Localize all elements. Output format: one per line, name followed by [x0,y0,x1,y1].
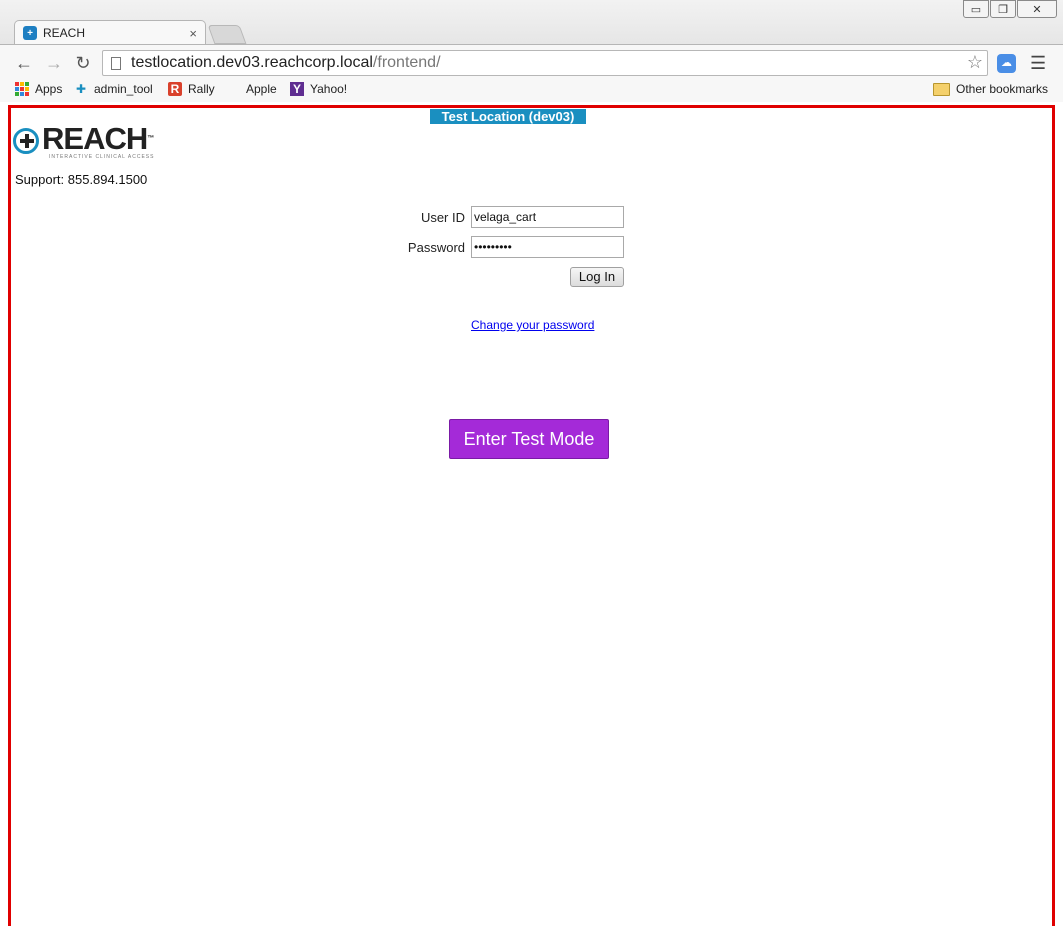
back-button[interactable]: ← [14,53,34,73]
other-bookmarks-label: Other bookmarks [956,82,1049,96]
cloud-extension-icon[interactable]: ☁ [997,54,1016,73]
browser-tab[interactable]: + REACH × [14,20,206,45]
support-phone: Support: 855.894.1500 [15,172,148,187]
rally-icon: R [168,82,182,96]
bookmark-label: Apps [35,82,63,96]
folder-icon [933,82,950,96]
change-password-link[interactable]: Change your password [471,318,594,332]
other-bookmarks[interactable]: Other bookmarks [933,82,1048,96]
bookmark-label: admin_tool [94,82,153,96]
bookmark-yahoo[interactable]: Y Yahoo! [290,82,347,96]
minimize-button[interactable]: ▭ [963,0,989,18]
new-tab-button[interactable] [207,25,247,44]
bookmark-star-icon[interactable]: ☆ [967,52,983,73]
password-row: Password [345,236,624,258]
environment-banner: Test Location (dev03) [430,109,586,124]
reach-logo: REACH™ INTERACTIVE CLINICAL ACCESS [13,121,154,160]
forward-button[interactable]: → [44,53,64,73]
bookmark-rally[interactable]: R Rally [168,82,215,96]
bookmarks-bar: Apps ✚ admin_tool R Rally Apple Y Yahoo!… [0,80,1063,102]
url-host: testlocation.dev03.reachcorp.local [131,54,373,71]
password-label: Password [407,239,465,255]
logo-tagline: INTERACTIVE CLINICAL ACCESS [49,154,155,160]
page-viewport: Test Location (dev03) REACH™ INTERACTIVE… [8,105,1055,926]
bookmark-label: Apple [246,82,277,96]
reload-button[interactable]: ↻ [73,53,93,73]
enter-test-mode-button[interactable]: Enter Test Mode [449,419,609,459]
bookmark-label: Rally [188,82,215,96]
browser-menu-icon[interactable]: ☰ [1030,53,1046,74]
bookmark-admin-tool[interactable]: ✚ admin_tool [74,82,153,96]
address-bar[interactable]: testlocation.dev03.reachcorp.local/front… [102,50,988,76]
window-controls: ▭ ❐ ✕ [962,0,1057,18]
logo-wordmark: REACH™ [42,121,154,156]
login-button[interactable]: Log In [570,267,624,287]
tab-title: REACH [43,26,86,40]
close-window-button[interactable]: ✕ [1017,0,1057,18]
restore-button[interactable]: ❐ [990,0,1016,18]
password-input[interactable] [471,236,624,258]
browser-toolbar: ← → ↻ testlocation.dev03.reachcorp.local… [0,44,1063,81]
apps-grid-icon [15,82,29,96]
bookmark-apps[interactable]: Apps [15,82,62,96]
user-id-label: User ID [420,209,465,225]
apple-icon [226,82,240,96]
url-path: /frontend/ [372,54,441,71]
yahoo-icon: Y [290,82,304,96]
puzzle-icon: ✚ [75,82,87,96]
window-titlebar: ▭ ❐ ✕ + REACH × [0,0,1063,45]
bookmark-apple[interactable]: Apple [226,82,277,96]
tab-close-icon[interactable]: × [189,26,197,41]
user-id-input[interactable] [471,206,624,228]
bookmark-label: Yahoo! [310,82,348,96]
user-id-row: User ID [345,206,624,228]
reach-favicon-icon: + [23,26,37,40]
reach-logo-icon [13,128,39,154]
page-icon [111,56,121,70]
